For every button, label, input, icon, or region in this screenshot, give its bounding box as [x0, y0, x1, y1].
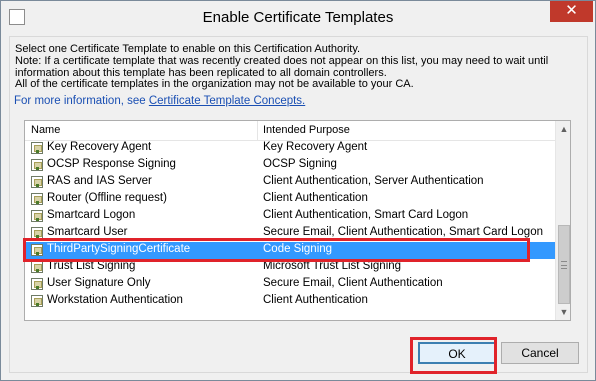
- certificate-template-icon: [31, 142, 43, 154]
- intended-purpose: Client Authentication: [263, 192, 368, 204]
- scroll-up-arrow-icon[interactable]: ▲: [556, 121, 570, 137]
- description-line: All of the certificate templates in the …: [15, 78, 414, 91]
- intended-purpose: Secure Email, Client Authentication, Sma…: [263, 226, 543, 238]
- scrollbar-thumb[interactable]: [558, 225, 570, 304]
- grip-icon: [561, 261, 567, 269]
- column-header-purpose[interactable]: Intended Purpose: [263, 124, 350, 136]
- template-name: RAS and IAS Server: [47, 175, 152, 187]
- certificate-template-icon: [31, 176, 43, 188]
- info-link-line: For more information, see Certificate Te…: [14, 95, 305, 107]
- description-text: Select one Certificate Template to enabl…: [15, 43, 575, 91]
- description-line: Note: If a certificate template that was…: [15, 54, 549, 67]
- list-item[interactable]: Workstation Authentication Client Authent…: [25, 293, 555, 310]
- cancel-button[interactable]: Cancel: [501, 342, 579, 364]
- list-item[interactable]: OCSP Response Signing OCSP Signing: [25, 157, 555, 174]
- vertical-scrollbar[interactable]: ▲ ▼: [555, 121, 570, 320]
- template-name: Workstation Authentication: [47, 294, 183, 306]
- scroll-down-arrow-icon[interactable]: ▼: [556, 304, 570, 320]
- intended-purpose: Client Authentication, Smart Card Logon: [263, 209, 469, 221]
- link-prefix: For more information, see: [14, 95, 149, 107]
- intended-purpose: Client Authentication, Server Authentica…: [263, 175, 484, 187]
- template-name: Smartcard User: [47, 226, 128, 238]
- certificate-template-icon: [31, 278, 43, 290]
- intended-purpose: Key Recovery Agent: [263, 141, 368, 153]
- intended-purpose: Client Authentication: [263, 294, 368, 306]
- intended-purpose: OCSP Signing: [263, 158, 337, 170]
- list-item[interactable]: RAS and IAS Server Client Authentication,…: [25, 174, 555, 191]
- list-header: Name Intended Purpose: [25, 121, 555, 141]
- certificate-template-icon: [31, 295, 43, 307]
- list-item[interactable]: User Signature Only Secure Email, Client …: [25, 276, 555, 293]
- intended-purpose: Secure Email, Client Authentication: [263, 277, 443, 289]
- dialog-window: Enable Certificate Templates ✕ Select on…: [0, 0, 596, 381]
- ok-highlight-annotation: [410, 337, 497, 374]
- list-item[interactable]: Key Recovery Agent Key Recovery Agent: [25, 140, 555, 157]
- certificate-template-icon: [31, 193, 43, 205]
- template-name: OCSP Response Signing: [47, 158, 176, 170]
- title-bar: Enable Certificate Templates ✕: [1, 1, 595, 37]
- template-list[interactable]: Name Intended Purpose Key Recovery Agent…: [24, 120, 571, 321]
- close-button[interactable]: ✕: [550, 1, 593, 22]
- template-name: User Signature Only: [47, 277, 151, 289]
- window-title: Enable Certificate Templates: [202, 9, 394, 26]
- list-item[interactable]: Smartcard Logon Client Authentication, Sm…: [25, 208, 555, 225]
- certificate-template-icon: [31, 261, 43, 273]
- template-name: Smartcard Logon: [47, 209, 136, 221]
- list-item[interactable]: Router (Offline request) Client Authentic…: [25, 191, 555, 208]
- column-header-name[interactable]: Name: [31, 124, 60, 136]
- column-separator[interactable]: [257, 121, 258, 141]
- certificate-template-icon: [31, 210, 43, 222]
- selection-highlight-annotation: [23, 238, 530, 262]
- template-name: Router (Offline request): [47, 192, 167, 204]
- certificate-template-icon: [31, 159, 43, 171]
- template-name: Key Recovery Agent: [47, 141, 152, 153]
- certificate-template-concepts-link[interactable]: Certificate Template Concepts.: [149, 95, 305, 107]
